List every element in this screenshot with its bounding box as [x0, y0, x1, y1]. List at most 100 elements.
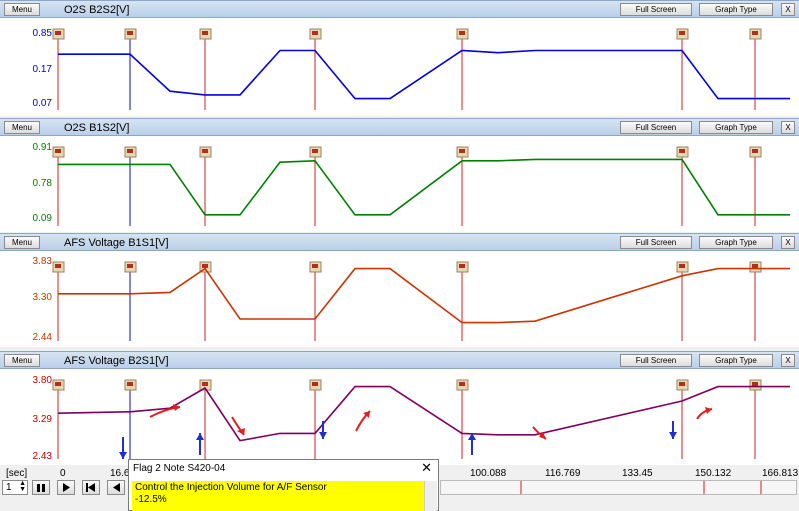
graph-type-button[interactable]: Graph Type: [699, 354, 773, 367]
graph-panel-o2s-b2s2: Menu O2S B2S2[V] Full Screen Graph Type …: [0, 0, 799, 116]
menu-button[interactable]: Menu: [4, 121, 40, 134]
spin-arrows-icon[interactable]: ▲ ▼: [19, 480, 26, 493]
flag-icon[interactable]: [124, 379, 137, 391]
x-tick-label: 116.769: [545, 468, 581, 479]
flag-icon[interactable]: [52, 146, 65, 158]
close-icon[interactable]: ✕: [421, 460, 432, 476]
x-tick-label: 0: [60, 468, 66, 479]
graph-panel-afs-b2s1: Menu AFS Voltage B2S1[V] Full Screen Gra…: [0, 351, 799, 465]
menu-button[interactable]: Menu: [4, 236, 40, 249]
flag-icon[interactable]: [52, 28, 65, 40]
timeline-scrollbar[interactable]: [440, 480, 797, 495]
flag-icon[interactable]: [199, 146, 212, 158]
series-line: [58, 158, 790, 216]
flag-icon[interactable]: [124, 28, 137, 40]
flag-icon[interactable]: [456, 28, 469, 40]
line-plot[interactable]: [0, 369, 799, 465]
line-plot[interactable]: [0, 136, 799, 232]
graph-panel-afs-b1s1: Menu AFS Voltage B1S1[V] Full Screen Gra…: [0, 233, 799, 347]
series-line: [57, 385, 790, 442]
annotation-arrow: [149, 404, 181, 418]
step-back-button[interactable]: [107, 480, 125, 495]
flag-icon[interactable]: [52, 379, 65, 391]
flag-icon[interactable]: [199, 28, 212, 40]
flag-icon[interactable]: [309, 261, 322, 273]
flag-icon[interactable]: [749, 146, 762, 158]
x-tick-label: 100.088: [470, 468, 507, 479]
x-unit-label: [sec]: [6, 468, 28, 479]
close-panel-button[interactable]: X: [781, 236, 795, 249]
y-mid-label: 0.78: [32, 178, 52, 189]
step-value: 1: [6, 482, 12, 493]
y-min-label: 2.43: [32, 451, 52, 462]
pause-icon: [37, 484, 45, 492]
panel-titlebar: Menu O2S B1S2[V] Full Screen Graph Type …: [0, 118, 799, 136]
flag-icon[interactable]: [124, 261, 137, 273]
line-plot[interactable]: [0, 251, 799, 347]
flag-icon[interactable]: [456, 146, 469, 158]
flag-icon[interactable]: [52, 261, 65, 273]
play-button[interactable]: [57, 480, 75, 495]
graph-type-button[interactable]: Graph Type: [699, 236, 773, 249]
note-line-2: -12.5%: [135, 494, 167, 505]
panel-title: AFS Voltage B1S1[V]: [64, 237, 169, 249]
popup-title: Flag 2 Note S420-04: [133, 463, 226, 474]
flag-icon[interactable]: [309, 28, 322, 40]
flag-icon[interactable]: [309, 379, 322, 391]
annotation-arrow: [355, 410, 371, 432]
panel-title: O2S B1S2[V]: [64, 122, 130, 134]
line-plot[interactable]: [0, 18, 799, 116]
series-line: [58, 267, 790, 324]
flag-icon[interactable]: [456, 261, 469, 273]
graph-type-button[interactable]: Graph Type: [699, 3, 773, 16]
flag-icon[interactable]: [676, 146, 689, 158]
close-panel-button[interactable]: X: [781, 121, 795, 134]
flag-icon[interactable]: [749, 261, 762, 273]
y-max-label: 3.83: [32, 256, 52, 267]
flag-icon[interactable]: [456, 379, 469, 391]
annotation-arrow: [196, 433, 204, 455]
graph-type-button[interactable]: Graph Type: [699, 121, 773, 134]
x-tick-label: 133.45: [622, 468, 653, 479]
full-screen-button[interactable]: Full Screen: [620, 354, 692, 367]
close-panel-button[interactable]: X: [781, 354, 795, 367]
flag-note-popup: Flag 2 Note S420-04 ✕ Control the Inject…: [128, 459, 439, 511]
y-max-label: 0.85: [32, 28, 52, 39]
flag-icon[interactable]: [749, 28, 762, 40]
graph-panel-o2s-b1s2: Menu O2S B1S2[V] Full Screen Graph Type …: [0, 118, 799, 232]
menu-button[interactable]: Menu: [4, 354, 40, 367]
panel-title: AFS Voltage B2S1[V]: [64, 355, 169, 367]
full-screen-button[interactable]: Full Screen: [620, 236, 692, 249]
y-mid-label: 3.29: [32, 414, 52, 425]
annotation-arrow: [119, 437, 127, 459]
timeline-flag-marks: [520, 481, 762, 494]
note-line-1: Control the Injection Volume for A/F Sen…: [135, 482, 327, 493]
x-tick-label: 16.6: [110, 468, 130, 479]
menu-button[interactable]: Menu: [4, 3, 40, 16]
full-screen-button[interactable]: Full Screen: [620, 121, 692, 134]
step-value-field[interactable]: 1 ▲ ▼: [2, 480, 28, 495]
x-tick-label: 150.132: [695, 468, 732, 479]
y-mid-label: 0.17: [32, 64, 52, 75]
popup-note-text: Control the Injection Volume for A/F Sen…: [132, 481, 425, 511]
popup-scrollbar[interactable]: [424, 481, 437, 511]
full-screen-button[interactable]: Full Screen: [620, 3, 692, 16]
y-max-label: 0.91: [32, 142, 52, 153]
panel-title: O2S B2S2[V]: [64, 4, 130, 16]
panel-titlebar: Menu AFS Voltage B2S1[V] Full Screen Gra…: [0, 351, 799, 369]
skip-start-icon: [86, 483, 95, 492]
annotation-arrow: [696, 407, 713, 420]
flag-icon[interactable]: [676, 261, 689, 273]
annotation-arrow: [468, 433, 476, 455]
close-panel-button[interactable]: X: [781, 3, 795, 16]
flag-icon[interactable]: [124, 146, 137, 158]
pause-button[interactable]: [32, 480, 50, 495]
step-back-icon: [113, 483, 120, 492]
annotation-arrow: [669, 421, 677, 439]
y-max-label: 3.80: [32, 375, 52, 386]
flag-icon[interactable]: [676, 28, 689, 40]
skip-start-button[interactable]: [82, 480, 100, 495]
flag-icon[interactable]: [676, 379, 689, 391]
flag-icon[interactable]: [309, 146, 322, 158]
flag-icon[interactable]: [749, 379, 762, 391]
